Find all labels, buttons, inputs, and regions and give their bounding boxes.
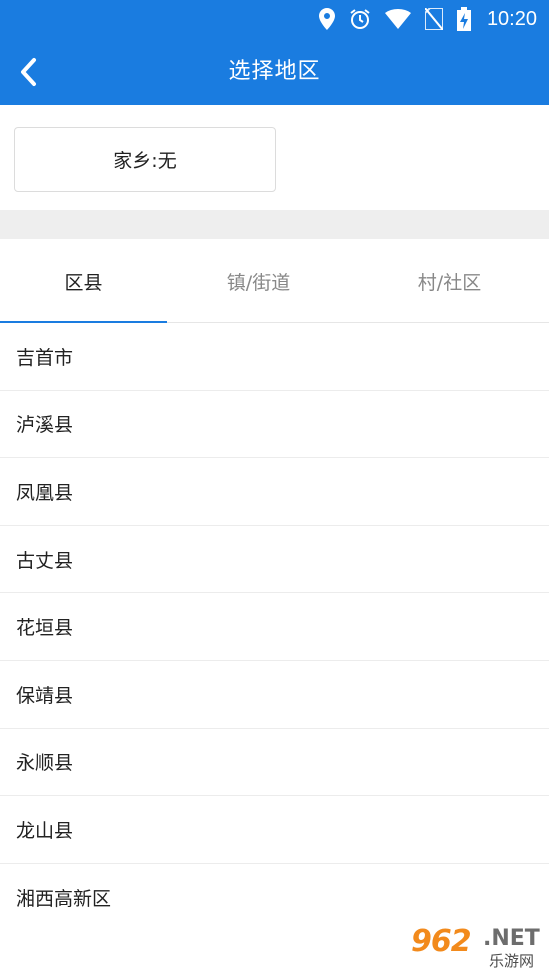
list-item[interactable]: 凤凰县: [0, 458, 549, 526]
list-item[interactable]: 湘西高新区: [0, 863, 549, 932]
tab-town-street[interactable]: 镇/街道: [167, 239, 350, 323]
tab-village-community[interactable]: 村/社区: [350, 239, 549, 323]
page-title: 选择地区: [228, 59, 321, 84]
status-bar: 10:20: [0, 0, 549, 38]
section-divider: [0, 210, 549, 239]
list-item[interactable]: 花垣县: [0, 593, 549, 661]
list-item[interactable]: 泸溪县: [0, 390, 549, 459]
list-item[interactable]: 永顺县: [0, 728, 549, 797]
watermark-number: 962: [411, 924, 472, 959]
region-tabs: 区县 镇/街道 村/社区: [0, 239, 549, 324]
location-icon: [318, 8, 335, 30]
hometown-section: 家乡:无: [0, 105, 549, 210]
watermark-suffix: .NET: [483, 926, 540, 951]
watermark-sub: 乐游网: [489, 952, 535, 970]
battery-charging-icon: [456, 7, 471, 31]
status-icons: 10:20: [318, 7, 537, 31]
app-bar: 选择地区: [0, 38, 549, 105]
list-item[interactable]: 古丈县: [0, 525, 549, 594]
district-list: 吉首市 泸溪县 凤凰县 古丈县 花垣县 保靖县 永顺县 龙山县 湘西高新区: [0, 323, 549, 932]
tab-district[interactable]: 区县: [0, 239, 167, 324]
list-item[interactable]: 保靖县: [0, 660, 549, 729]
no-sim-icon: [424, 8, 443, 30]
status-time: 10:20: [486, 7, 537, 30]
alarm-icon: [350, 9, 370, 29]
hometown-field[interactable]: 家乡:无: [14, 127, 276, 192]
site-watermark: 962 .NET 乐游网: [407, 924, 543, 972]
list-item[interactable]: 龙山县: [0, 796, 549, 864]
list-item[interactable]: 吉首市: [0, 323, 549, 391]
wifi-icon: [384, 9, 411, 29]
